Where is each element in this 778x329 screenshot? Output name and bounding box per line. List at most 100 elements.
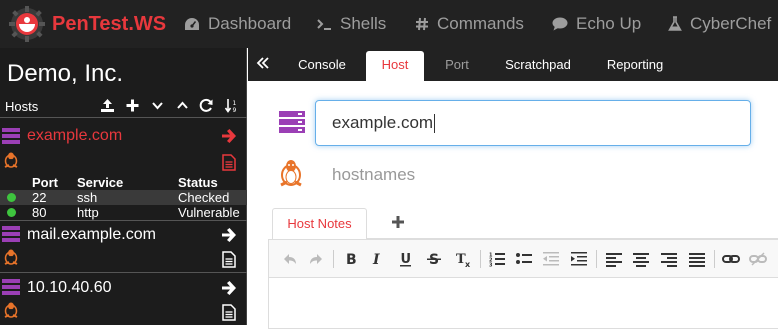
svg-text:I: I [372,252,380,268]
align-left-icon[interactable] [605,250,623,268]
add-note-tab-icon[interactable] [391,215,405,229]
tab-scratchpad[interactable]: Scratchpad [494,51,582,81]
tab-host[interactable]: Host [366,51,424,81]
divider [0,220,247,221]
nav-label: CyberChef [690,14,772,33]
nav-dashboard[interactable]: Dashboard [184,13,291,35]
port-status: Checked [178,190,230,205]
tab-port[interactable]: Port [428,51,486,81]
svg-text:3: 3 [489,263,493,269]
server-icon [279,111,305,133]
main-tab-bar: Console Host Port Scratchpad Reporting [248,48,778,81]
comment-icon [552,17,568,31]
host-name-value: example.com [332,113,434,132]
bold-icon[interactable]: B [342,250,360,268]
port-service: http [77,205,99,220]
sort-numeric-icon[interactable]: 1 9 [224,98,239,113]
undo-icon[interactable] [281,250,299,268]
link-icon[interactable] [722,250,740,268]
redo-icon[interactable] [307,250,325,268]
port-status: Vulnerable [178,205,240,220]
outdent-icon[interactable] [542,250,560,268]
document-icon[interactable] [222,304,236,321]
bullet-list-icon[interactable] [515,250,533,268]
host-name-input[interactable]: example.com [315,100,751,146]
nav-label: Echo Up [576,14,642,33]
port-number: 22 [32,190,47,205]
nav-shells[interactable]: Shells [316,13,386,35]
toolbar-separator [714,250,715,268]
svg-text:x: x [465,260,471,268]
refresh-icon[interactable] [199,98,214,113]
hosts-toolbar: Hosts 1 9 [0,96,247,116]
tab-console[interactable]: Console [282,51,362,81]
col-header-port: Port [32,175,58,190]
host-item-mail-example-com[interactable]: mail.example.com [0,222,247,274]
toolbar-separator [333,250,334,268]
italic-icon[interactable]: I [368,250,386,268]
chevron-up-icon[interactable] [175,98,190,113]
align-right-icon[interactable] [660,250,678,268]
host-name[interactable]: mail.example.com [27,225,156,245]
port-row[interactable]: 22 ssh Checked [0,190,247,205]
document-icon[interactable] [222,251,236,268]
host-name[interactable]: example.com [27,126,122,146]
status-indicator-dot [7,208,16,217]
port-row[interactable]: 80 http Vulnerable [0,205,247,220]
nav-cyberchef[interactable]: CyberChef [668,13,771,35]
svg-text:U: U [401,252,412,267]
nav-label: Shells [340,14,387,33]
svg-text:B: B [346,252,357,268]
host-item-example-com[interactable]: example.com [0,123,247,175]
dashboard-icon [185,18,199,30]
strikethrough-icon[interactable]: S [425,250,443,268]
linux-tux-icon [4,249,18,265]
server-icon [2,279,20,295]
divider [0,272,247,273]
underline-icon[interactable]: U [397,250,415,268]
collapse-sidebar-icon[interactable] [256,56,270,70]
divider [0,117,247,118]
host-name[interactable]: 10.10.40.60 [27,278,112,298]
nav-echo-up[interactable]: Echo Up [552,13,641,35]
flask-icon [668,16,682,31]
chevron-down-icon[interactable] [150,98,165,113]
brand-logo-icon[interactable] [9,6,45,42]
text-caret [434,114,436,134]
ports-table-header: Port Service Status [0,175,247,190]
hosts-label: Hosts [5,99,39,114]
unlink-icon[interactable] [749,250,767,268]
terminal-icon [317,19,331,30]
sidebar: Demo, Inc. Hosts 1 9 example.com Port Se… [0,48,247,325]
hashtag-icon [416,17,428,31]
status-indicator-dot [7,193,16,202]
nav-label: Commands [437,14,524,33]
rich-text-editor[interactable]: B I U S T x 1 2 3 [268,239,778,329]
brand-name[interactable]: PenTest.WS [52,11,166,37]
align-center-icon[interactable] [632,250,650,268]
tab-host-notes[interactable]: Host Notes [272,208,367,239]
editor-toolbar: B I U S T x 1 2 3 [269,240,778,278]
host-item-10-10-40-60[interactable]: 10.10.40.60 [0,275,247,325]
nav-commands[interactable]: Commands [415,13,524,35]
hostnames-field[interactable]: hostnames [332,164,415,186]
arrow-right-icon[interactable] [221,280,237,296]
align-justify-icon[interactable] [688,250,706,268]
col-header-status: Status [178,175,218,190]
tab-reporting[interactable]: Reporting [592,51,678,81]
ordered-list-icon[interactable]: 1 2 3 [488,250,506,268]
toolbar-separator [480,250,481,268]
document-icon[interactable] [222,154,236,171]
linux-tux-icon [4,302,18,318]
server-icon [2,128,20,144]
add-host-icon[interactable] [125,98,140,113]
company-name: Demo, Inc. [7,60,124,87]
arrow-right-icon[interactable] [221,227,237,243]
port-service: ssh [77,190,98,205]
svg-text:1: 1 [233,100,237,107]
arrow-right-icon[interactable] [221,128,237,144]
indent-icon[interactable] [570,250,588,268]
clear-format-icon[interactable]: T x [454,250,472,268]
toolbar-separator [596,250,597,268]
upload-icon[interactable] [100,98,115,113]
